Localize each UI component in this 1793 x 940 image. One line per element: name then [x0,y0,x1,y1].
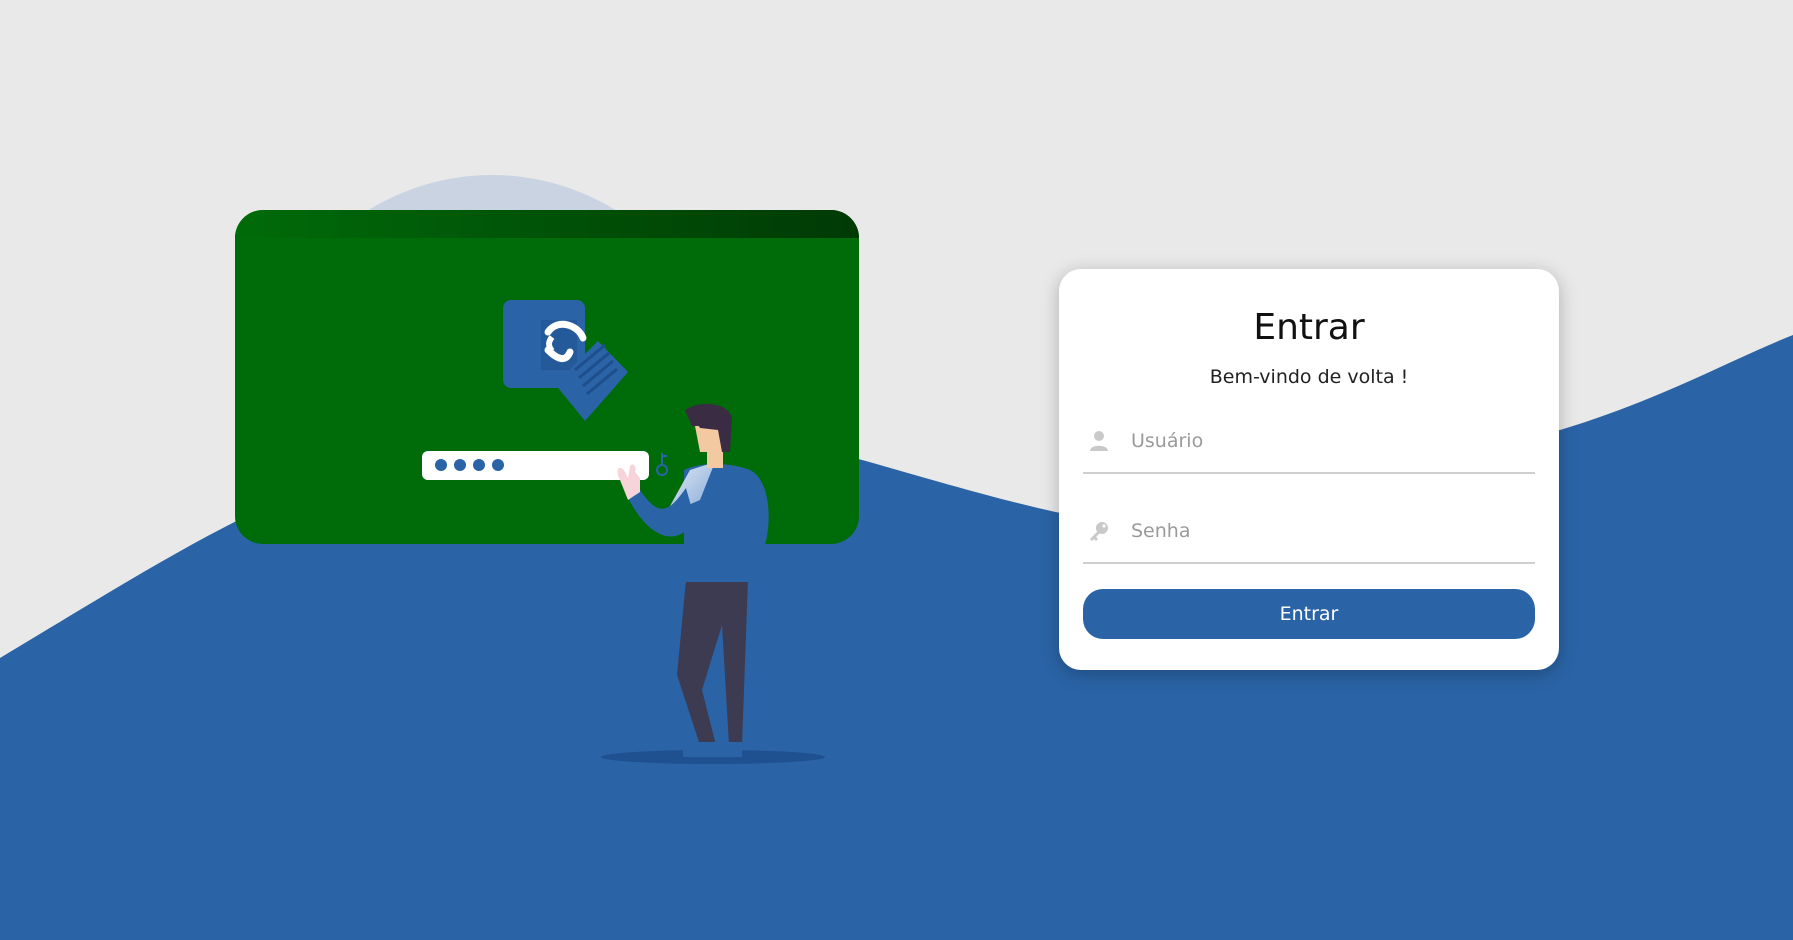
user-icon [1087,429,1111,453]
username-input[interactable] [1129,420,1535,462]
password-input[interactable] [1129,510,1535,552]
login-page: Entrar Bem-vindo de volta ! Entrar [0,0,1793,940]
login-submit-button[interactable]: Entrar [1083,589,1535,639]
username-field [1083,410,1535,474]
login-card: Entrar Bem-vindo de volta ! Entrar [1059,269,1559,670]
illustration-password-field [422,451,649,480]
login-subtitle: Bem-vindo de volta ! [1209,366,1409,388]
login-title: Entrar [1253,307,1365,348]
key-icon [1087,519,1111,543]
password-field [1083,500,1535,564]
